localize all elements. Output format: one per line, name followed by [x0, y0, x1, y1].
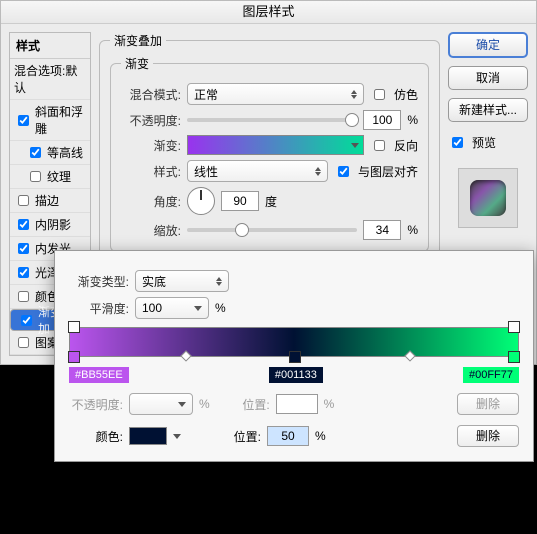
ok-button[interactable]: 确定	[448, 32, 528, 58]
color-overlay-checkbox[interactable]	[18, 291, 29, 302]
opacity-slider[interactable]	[187, 118, 357, 122]
reverse-checkbox[interactable]	[374, 140, 385, 151]
angle-label: 角度:	[121, 193, 181, 210]
inner-glow-checkbox[interactable]	[18, 243, 29, 254]
gradient-editor: 渐变类型: 实底 平滑度: 100 % #BB55EE #001133 #00F…	[54, 250, 534, 462]
color-tag: #BB55EE	[69, 367, 129, 383]
dialog-title: 图层样式	[1, 1, 536, 24]
align-checkbox[interactable]	[338, 166, 349, 177]
style-texture[interactable]: 纹理	[10, 165, 90, 189]
styles-header: 样式	[10, 33, 90, 59]
gradient-type-label: 渐变类型:	[69, 273, 129, 290]
dither-label: 仿色	[394, 86, 418, 103]
opacity-input[interactable]: 100	[363, 110, 401, 130]
preview-label: 预览	[472, 134, 496, 151]
chevron-down-icon	[178, 402, 186, 407]
chevron-down-icon[interactable]	[173, 434, 181, 439]
color-stop[interactable]	[68, 351, 80, 363]
style-contour[interactable]: 等高线	[10, 141, 90, 165]
delete-stop-button[interactable]: 删除	[457, 425, 519, 447]
scale-label: 缩放:	[121, 222, 181, 239]
subsection-title: 渐变	[121, 55, 153, 72]
stop-opacity-label: 不透明度:	[69, 396, 123, 413]
stop-opacity-input[interactable]	[129, 393, 193, 415]
cancel-button[interactable]: 取消	[448, 66, 528, 90]
gradient-overlay-panel: 渐变叠加 渐变 混合模式: 正常 仿色 不透明度: 100 %	[99, 32, 440, 259]
inner-shadow-checkbox[interactable]	[18, 219, 29, 230]
gradient-picker[interactable]	[187, 135, 364, 155]
smoothness-input[interactable]: 100	[135, 297, 209, 319]
style-select[interactable]: 线性	[187, 160, 328, 182]
style-inner-shadow[interactable]: 内阴影	[10, 213, 90, 237]
preview-thumbnail	[458, 168, 518, 228]
midpoint-handle[interactable]	[180, 350, 191, 361]
opacity-stop[interactable]	[68, 321, 80, 333]
midpoint-handle[interactable]	[404, 350, 415, 361]
satin-checkbox[interactable]	[18, 267, 29, 278]
chevron-down-icon	[194, 306, 202, 311]
color-tag: #00FF77	[463, 367, 519, 383]
angle-input[interactable]: 90	[221, 191, 259, 211]
gradient-overlay-checkbox[interactable]	[21, 315, 32, 326]
delete-stop-button[interactable]: 删除	[457, 393, 519, 415]
preview-checkbox[interactable]	[452, 137, 463, 148]
texture-checkbox[interactable]	[30, 171, 41, 182]
color-tag: #001133	[269, 367, 323, 383]
gradient-label: 渐变:	[121, 137, 181, 154]
blend-mode-select[interactable]: 正常	[187, 83, 364, 105]
opacity-label: 不透明度:	[121, 112, 181, 129]
bevel-checkbox[interactable]	[18, 115, 29, 126]
reverse-label: 反向	[394, 137, 418, 154]
stop-color-label: 颜色:	[69, 428, 123, 445]
section-title: 渐变叠加	[110, 32, 166, 49]
gradient-subpanel: 渐变 混合模式: 正常 仿色 不透明度: 100 % 渐变:	[110, 55, 429, 252]
scale-input[interactable]: 34	[363, 220, 401, 240]
preview-icon	[470, 180, 506, 216]
align-label: 与图层对齐	[358, 163, 418, 180]
opacity-stop[interactable]	[508, 321, 520, 333]
color-swatch[interactable]	[129, 427, 167, 445]
stop-position-label: 位置:	[207, 428, 261, 445]
blend-options-row[interactable]: 混合选项:默认	[10, 59, 90, 100]
color-stop[interactable]	[508, 351, 520, 363]
new-style-button[interactable]: 新建样式...	[448, 98, 528, 122]
style-label: 样式:	[121, 163, 181, 180]
chevron-down-icon	[351, 143, 359, 148]
smoothness-label: 平滑度:	[69, 300, 129, 317]
scale-slider[interactable]	[187, 228, 357, 232]
style-stroke[interactable]: 描边	[10, 189, 90, 213]
color-stop[interactable]	[289, 351, 301, 363]
style-bevel[interactable]: 斜面和浮雕	[10, 100, 90, 141]
stop-position-input[interactable]: 50	[267, 426, 309, 446]
stop-position-label: 位置:	[216, 396, 270, 413]
gradient-bar[interactable]	[69, 327, 519, 357]
stroke-checkbox[interactable]	[18, 195, 29, 206]
blend-mode-label: 混合模式:	[121, 86, 181, 103]
dither-checkbox[interactable]	[374, 89, 385, 100]
contour-checkbox[interactable]	[30, 147, 41, 158]
stop-position-input[interactable]	[276, 394, 318, 414]
pattern-overlay-checkbox[interactable]	[18, 337, 29, 348]
gradient-type-select[interactable]: 实底	[135, 270, 229, 292]
angle-dial[interactable]	[187, 187, 215, 215]
